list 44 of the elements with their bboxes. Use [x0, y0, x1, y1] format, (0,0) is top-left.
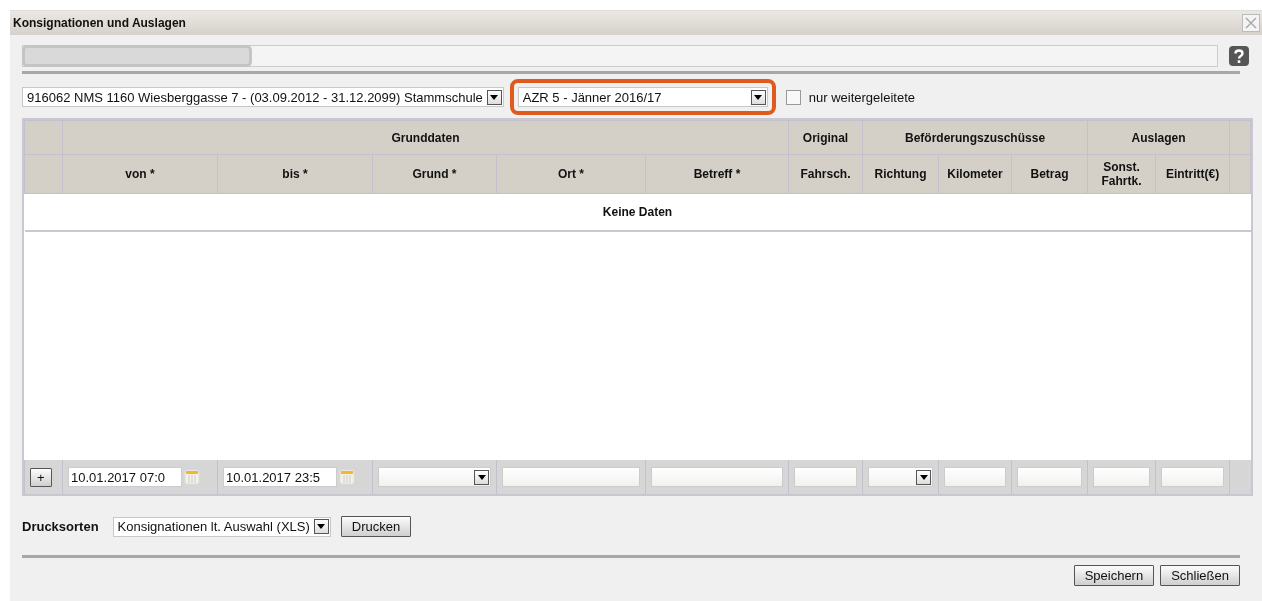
input-field[interactable]	[502, 467, 640, 487]
column-header: Sonst. Fahrtk.	[1087, 154, 1156, 194]
column-group-header: Grunddaten	[62, 120, 789, 155]
column-header: Eintritt(€)	[1155, 154, 1230, 194]
calendar-icon[interactable]	[184, 469, 200, 485]
column-header: Fahrsch.	[788, 154, 863, 194]
column-group-header: Original	[788, 120, 863, 155]
empty-message: Keine Daten	[24, 193, 1251, 231]
help-icon[interactable]	[1228, 45, 1250, 67]
column-header: Richtung	[862, 154, 939, 194]
column-header: Grund *	[372, 154, 497, 194]
column-header: Betrag	[1011, 154, 1088, 194]
add-button[interactable]: +	[30, 467, 52, 487]
column-header: Betreff *	[645, 154, 789, 194]
dropdown-field[interactable]	[378, 467, 491, 487]
date-field[interactable]: 10.01.2017 07:0	[68, 467, 182, 487]
column-header: Ort *	[496, 154, 646, 194]
column-header: bis *	[217, 154, 373, 194]
calendar-icon[interactable]	[339, 469, 355, 485]
column-header: Kilometer	[938, 154, 1012, 194]
input-field[interactable]	[651, 467, 784, 487]
checkbox-label: nur weitergeleitete	[808, 89, 915, 105]
print-type-select[interactable]: Konsignationen lt. Auswahl (XLS)	[112, 516, 331, 537]
print-label: Drucksorten	[22, 519, 99, 534]
column-group-header: Beförderungszuschüsse	[862, 120, 1088, 155]
window-title: Konsignationen und Auslagen	[13, 16, 186, 30]
print-button[interactable]: Drucken	[340, 516, 412, 537]
column-group-header: Auslagen	[1087, 120, 1230, 155]
input-field[interactable]	[1017, 467, 1083, 487]
tab[interactable]	[22, 45, 252, 67]
input-field[interactable]	[794, 467, 858, 487]
column-header: von *	[62, 154, 218, 194]
date-field[interactable]: 10.01.2017 23:5	[223, 467, 337, 487]
checkbox[interactable]	[785, 89, 801, 105]
input-field[interactable]	[944, 467, 1007, 487]
school-select[interactable]: 916062 NMS 1160 Wiesberggasse 7 - (03.09.2012 - 31.12.2099) Stammschule	[22, 87, 504, 107]
period-select[interactable]: AZR 5 - Jänner 2016/17	[517, 87, 768, 107]
close-button[interactable]	[1242, 14, 1260, 32]
input-field[interactable]	[1161, 467, 1225, 487]
dropdown-field[interactable]	[868, 467, 934, 487]
close-icon	[1244, 16, 1258, 30]
close-dialog-button[interactable]: Schließen	[1160, 565, 1240, 586]
save-button[interactable]: Speichern	[1073, 565, 1155, 586]
input-field[interactable]	[1093, 467, 1151, 487]
